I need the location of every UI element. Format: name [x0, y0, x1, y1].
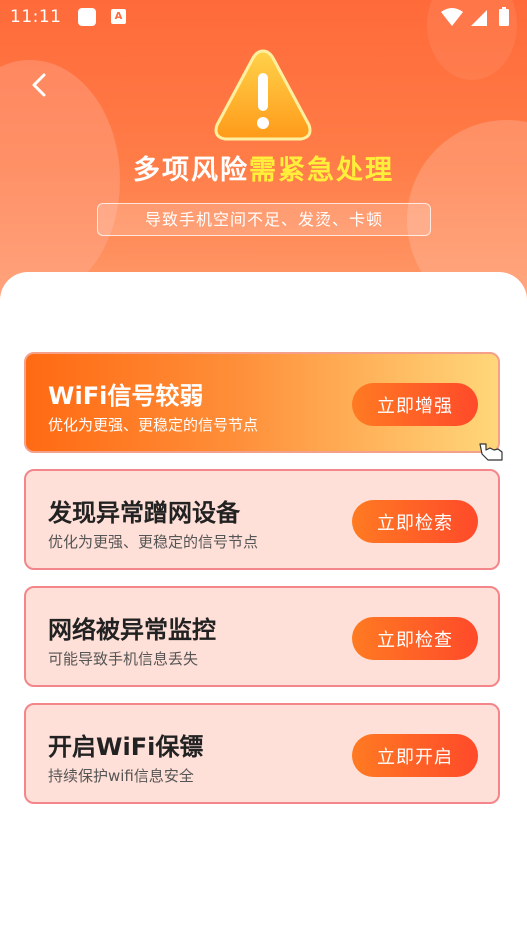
pointer-cursor-icon: [479, 443, 503, 461]
status-icons: [441, 7, 509, 26]
page-title: 多项风险需紧急处理: [0, 148, 527, 187]
subtitle-badge: 导致手机空间不足、发烫、卡顿: [97, 203, 431, 236]
card-wifi-signal[interactable]: WiFi信号较弱 优化为更强、更稳定的信号节点 立即增强: [24, 352, 500, 453]
card-desc: 优化为更强、更稳定的信号节点: [48, 533, 259, 551]
card-wifi-guard[interactable]: 开启WiFi保镖 持续保护wifi信息安全 立即开启: [24, 703, 500, 804]
title-main: 多项风险: [133, 155, 249, 186]
card-desc: 持续保护wifi信息安全: [48, 767, 194, 785]
enhance-button[interactable]: 立即增强: [352, 383, 478, 426]
card-title: 发现异常蹭网设备: [48, 499, 240, 527]
chevron-left-icon[interactable]: [26, 70, 56, 100]
battery-icon: [499, 7, 509, 26]
search-button[interactable]: 立即检索: [352, 500, 478, 543]
warning-triangle-icon: [214, 49, 312, 141]
card-title: 网络被异常监控: [48, 616, 216, 644]
status-time: 11:11: [10, 7, 62, 27]
notification-icon: [78, 8, 96, 26]
card-desc: 可能导致手机信息丢失: [48, 650, 199, 668]
card-title: 开启WiFi保镖: [48, 733, 204, 761]
card-desc: 优化为更强、更稳定的信号节点: [48, 416, 259, 434]
header: 11:11 A 多项风险需紧急处理 导致手机空间不足、发烫、卡顿: [0, 0, 527, 300]
card-abnormal-devices[interactable]: 发现异常蹭网设备 优化为更强、更稳定的信号节点 立即检索: [24, 469, 500, 570]
wifi-icon: [441, 8, 463, 26]
signal-icon: [471, 10, 487, 26]
enable-button[interactable]: 立即开启: [352, 734, 478, 777]
app-notification-icon: A: [111, 9, 126, 24]
card-network-monitor[interactable]: 网络被异常监控 可能导致手机信息丢失 立即检查: [24, 586, 500, 687]
status-bar: 11:11 A: [0, 0, 527, 34]
card-title: WiFi信号较弱: [48, 382, 204, 410]
title-highlight: 需紧急处理: [249, 155, 394, 186]
check-button[interactable]: 立即检查: [352, 617, 478, 660]
